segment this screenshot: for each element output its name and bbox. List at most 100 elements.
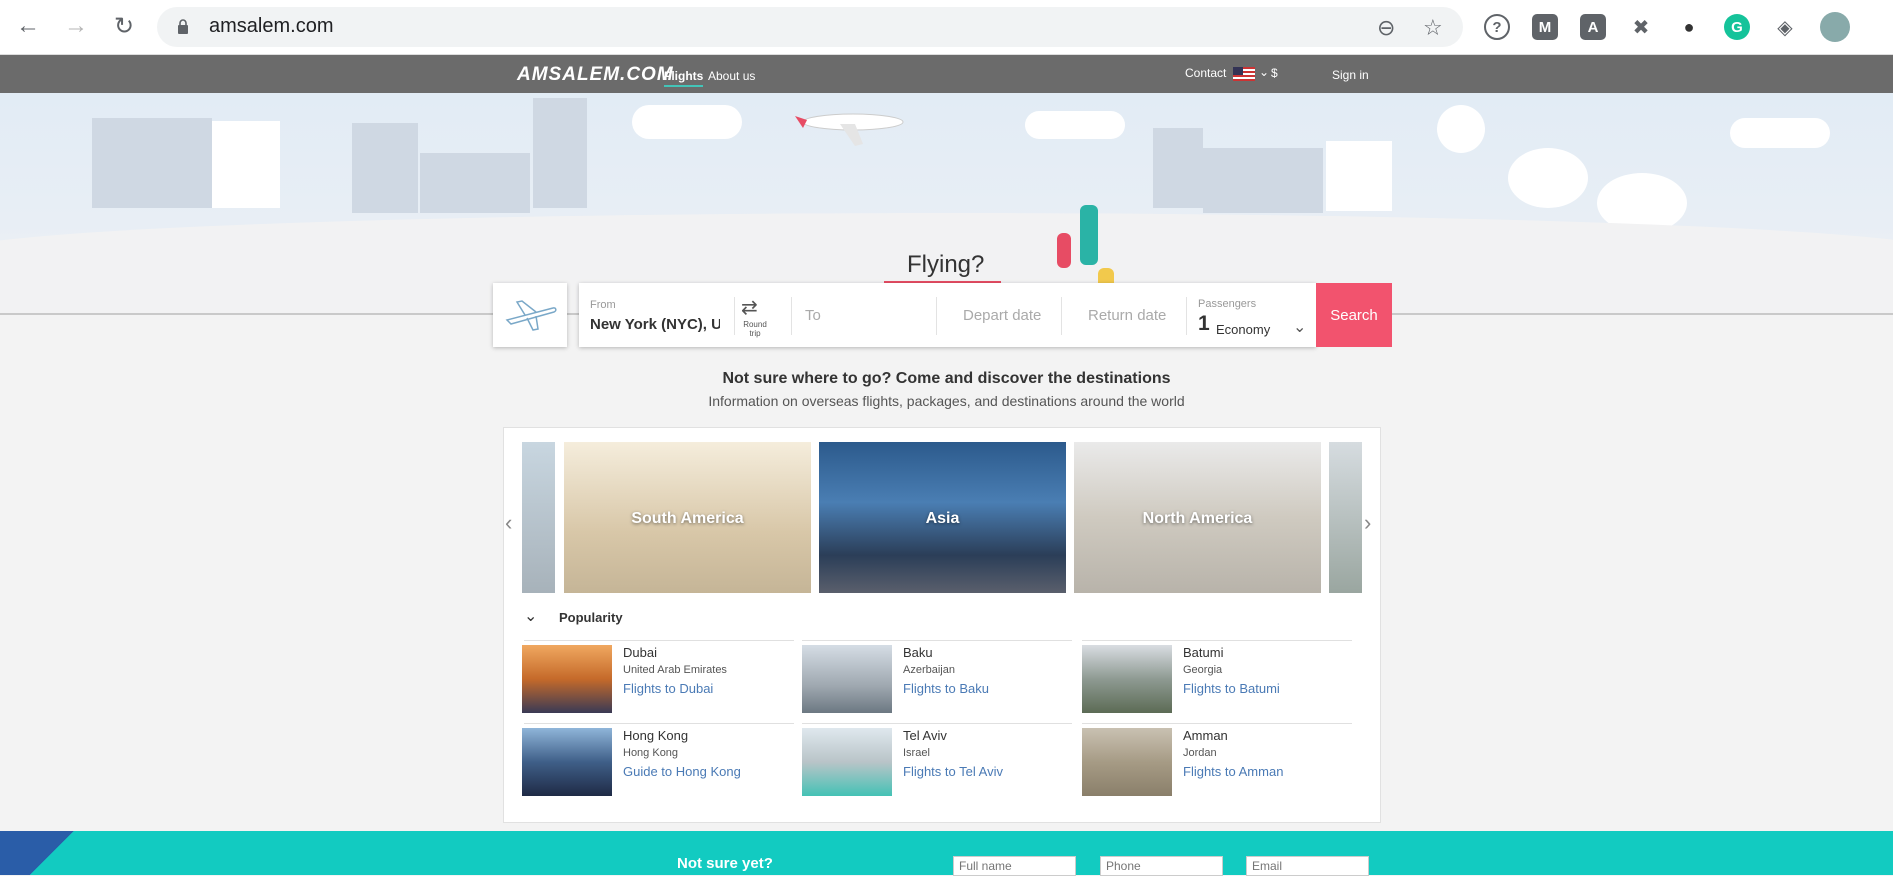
hero-title: Flying? <box>907 251 985 278</box>
city-building <box>1203 148 1323 213</box>
region-tile-partial[interactable] <box>1329 442 1362 593</box>
region-tile-south-america[interactable]: South America <box>564 442 811 593</box>
depart-date-input[interactable]: Depart date <box>963 307 1041 324</box>
region-tile-north-america[interactable]: North America <box>1074 442 1321 593</box>
url-text: amsalem.com <box>209 15 334 37</box>
profile-avatar[interactable] <box>1820 12 1850 42</box>
destinations-card: ‹ South America Asia North America › ⌄ P… <box>503 427 1381 823</box>
site-logo[interactable]: AMSALEM.COM <box>517 64 674 86</box>
spy-extension-icon[interactable]: ● <box>1676 14 1702 40</box>
destination-city: Amman <box>1183 728 1228 743</box>
destination-item-tel-aviv: Tel Aviv Israel Flights to Tel Aviv <box>802 721 1072 796</box>
chevron-right-icon[interactable]: › <box>1364 510 1371 536</box>
phone-field[interactable] <box>1100 856 1223 876</box>
destination-country: United Arab Emirates <box>623 664 727 676</box>
destination-link[interactable]: Guide to Hong Kong <box>623 764 741 779</box>
full-name-field[interactable] <box>953 856 1076 876</box>
passengers-label: Passengers <box>1198 298 1257 310</box>
destination-thumbnail[interactable] <box>522 728 612 796</box>
popularity-sort-toggle[interactable]: Popularity <box>559 610 623 625</box>
destination-link[interactable]: Flights to Baku <box>903 681 989 696</box>
city-building <box>420 153 530 213</box>
destination-thumbnail[interactable] <box>802 645 892 713</box>
destination-link[interactable]: Flights to Amman <box>1183 764 1283 779</box>
grammarly-extension-icon[interactable]: G <box>1724 14 1750 40</box>
destination-city: Tel Aviv <box>903 728 947 743</box>
city-building <box>212 121 280 208</box>
lock-icon <box>178 19 188 34</box>
nav-contact[interactable]: Contact <box>1185 66 1226 80</box>
destination-country: Georgia <box>1183 664 1223 676</box>
email-field[interactable] <box>1246 856 1369 876</box>
chevron-down-icon[interactable]: ⌄ <box>1259 65 1269 79</box>
field-divider <box>1186 297 1187 335</box>
destination-item-dubai: Dubai United Arab Emirates Flights to Du… <box>522 638 792 713</box>
reload-icon[interactable]: ↻ <box>110 12 138 40</box>
destination-city: Batumi <box>1183 645 1224 660</box>
destinations-subheading: Information on overseas flights, package… <box>708 393 1185 409</box>
cloud <box>1730 118 1830 148</box>
return-date-input[interactable]: Return date <box>1088 307 1166 324</box>
address-bar[interactable]: amsalem.com ⊖ ☆ <box>157 7 1463 47</box>
zoom-out-icon[interactable]: ⊖ <box>1377 15 1395 41</box>
back-icon[interactable]: ← <box>14 12 42 40</box>
sign-in-link[interactable]: Sign in <box>1332 68 1369 82</box>
forward-icon[interactable]: → <box>62 12 90 40</box>
city-building <box>352 123 418 213</box>
destination-city: Baku <box>903 645 933 660</box>
destination-link[interactable]: Flights to Dubai <box>623 681 713 696</box>
destination-thumbnail[interactable] <box>1082 645 1172 713</box>
region-label: North America <box>1142 510 1253 527</box>
nav-about-us[interactable]: About us <box>708 69 755 83</box>
destination-item-amman: Amman Jordan Flights to Amman <box>1082 721 1352 796</box>
region-tile-asia[interactable]: Asia <box>819 442 1066 593</box>
extensions-puzzle-icon[interactable]: ◈ <box>1772 14 1798 40</box>
flight-type-selector[interactable] <box>493 283 567 347</box>
destination-thumbnail[interactable] <box>802 728 892 796</box>
tools-extension-icon[interactable]: ✖ <box>1628 14 1654 40</box>
destination-country: Jordan <box>1183 747 1217 759</box>
currency-selector[interactable]: $ <box>1271 66 1278 80</box>
destination-thumbnail[interactable] <box>522 645 612 713</box>
lead-form-strip: Not sure yet? <box>0 831 1893 876</box>
destination-city: Dubai <box>623 645 657 660</box>
metamask-extension-icon[interactable]: M <box>1532 14 1558 40</box>
from-label: From <box>590 299 616 311</box>
bookmark-star-icon[interactable]: ☆ <box>1423 15 1443 41</box>
text-extension-icon[interactable]: A <box>1580 14 1606 40</box>
destination-country: Israel <box>903 747 930 759</box>
destination-link[interactable]: Flights to Batumi <box>1183 681 1280 696</box>
destination-item-baku: Baku Azerbaijan Flights to Baku <box>802 638 1072 713</box>
airplane-illustration <box>795 113 904 146</box>
from-input[interactable]: New York (NYC), Ui <box>590 316 720 333</box>
to-input[interactable]: To <box>805 307 821 324</box>
destination-link[interactable]: Flights to Tel Aviv <box>903 764 1003 779</box>
passengers-count[interactable]: 1 <box>1198 312 1210 336</box>
tree-illustration <box>1508 148 1588 208</box>
help-extension-icon[interactable]: ? <box>1484 14 1510 40</box>
field-divider <box>1061 297 1062 335</box>
swap-icon[interactable]: ⇄ <box>741 295 758 320</box>
site-header: AMSALEM.COM Flights About us Contact ⌄ $… <box>0 55 1893 93</box>
region-label: Asia <box>925 510 960 527</box>
child-illustration <box>1057 233 1071 268</box>
city-building <box>533 98 587 208</box>
chevron-down-icon[interactable]: ⌄ <box>524 606 537 626</box>
destination-thumbnail[interactable] <box>1082 728 1172 796</box>
cloud <box>1025 111 1125 139</box>
sun-illustration <box>1437 105 1485 153</box>
region-label: South America <box>631 510 744 527</box>
plane-icon <box>505 300 557 331</box>
chevron-left-icon[interactable]: ‹ <box>505 510 512 536</box>
trip-type-label[interactable]: Round trip <box>743 320 767 338</box>
region-tile-partial[interactable] <box>522 442 555 593</box>
destination-item-hong-kong: Hong Kong Hong Kong Guide to Hong Kong <box>522 721 792 796</box>
city-building <box>92 118 212 208</box>
cabin-class[interactable]: Economy <box>1216 322 1270 337</box>
search-button[interactable]: Search <box>1316 283 1392 347</box>
chevron-down-icon[interactable]: ⌄ <box>1293 317 1306 337</box>
decorative-graphic <box>0 831 140 875</box>
us-flag-icon[interactable] <box>1233 67 1255 81</box>
cloud <box>632 105 742 139</box>
nav-flights[interactable]: Flights <box>664 69 704 87</box>
